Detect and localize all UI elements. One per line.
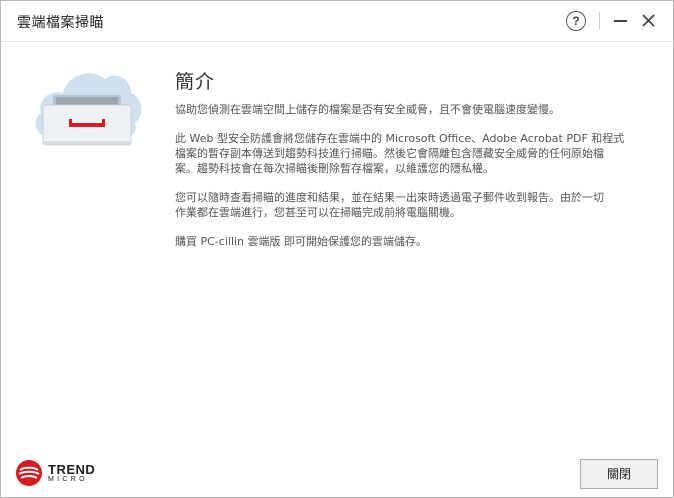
trend-micro-logo-icon [16, 460, 42, 486]
dialog-window: 雲端檔案掃瞄 ? 簡介 協助您偵測在雲端空間上儲存的檔案是否有安全威脅，且不會使… [0, 0, 674, 498]
paragraph-line: 案。趨勢科技會在每次掃瞄後刪除暫存檔案，以維護您的隱私權。 [175, 162, 494, 175]
cloud-storage-icon [35, 73, 142, 146]
paragraph-line: 協助您偵測在雲端空間上儲存的檔案是否有安全威脅，且不會使電腦速度變慢。 [175, 103, 560, 116]
close-window-button[interactable] [639, 11, 659, 31]
dialog-footer: TREND MICRO 關閉 [1, 445, 673, 497]
trend-micro-logo: TREND MICRO [15, 459, 115, 487]
close-icon [642, 14, 655, 27]
progress-description-paragraph: 您可以隨時查看掃瞄的進度和結果，並在結果一出來時透過電子郵件收到報告。由於一切 … [175, 190, 645, 220]
paragraph-line: 購買 PC-cillin 雲端版 即可開始保護您的雲端儲存。 [175, 235, 428, 248]
brand-name: TREND [48, 462, 96, 477]
minimize-button[interactable] [612, 11, 630, 31]
paragraph-line: 您可以隨時查看掃瞄的進度和結果，並在結果一出來時透過電子郵件收到報告。由於一切 [175, 191, 604, 204]
scan-description-paragraph: 此 Web 型安全防護會將您儲存在雲端中的 Microsoft Office、A… [175, 131, 645, 176]
paragraph-line: 作業都在雲端進行，您甚至可以在掃瞄完成前將電腦關機。 [175, 206, 461, 219]
paragraph-line: 此 Web 型安全防護會將您儲存在雲端中的 Microsoft Office、A… [175, 132, 625, 145]
help-button[interactable]: ? [566, 11, 586, 31]
brand-subname: MICRO [48, 476, 88, 483]
cloud-drawer-illustration [29, 59, 145, 151]
close-button[interactable]: 關閉 [580, 459, 658, 489]
paragraph-line: 檔案的暫存副本傳送到趨勢科技進行掃瞄。然後它會隔離包含隱藏安全威脅的任何原始檔 [175, 147, 604, 160]
intro-paragraph: 協助您偵測在雲端空間上儲存的檔案是否有安全威脅，且不會使電腦速度變慢。 [175, 102, 645, 117]
title-separator [599, 12, 600, 30]
title-bar: 雲端檔案掃瞄 ? [1, 1, 673, 42]
purchase-paragraph: 購買 PC-cillin 雲端版 即可開始保護您的雲端儲存。 [175, 234, 645, 249]
intro-heading: 簡介 [175, 71, 216, 93]
window-title: 雲端檔案掃瞄 [17, 15, 104, 31]
intro-content: 簡介 協助您偵測在雲端空間上儲存的檔案是否有安全威脅，且不會使電腦速度變慢。 此… [175, 67, 645, 263]
